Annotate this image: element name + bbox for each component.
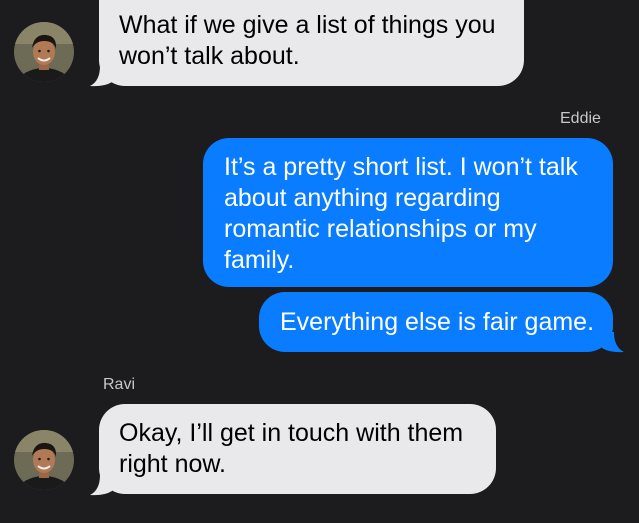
sender-name: Eddie xyxy=(560,110,601,127)
message-bubble-incoming[interactable]: Okay, I’ll get in touch with them right … xyxy=(99,404,496,494)
sender-name: Ravi xyxy=(103,376,136,393)
message-thread: What if we give a list of things you won… xyxy=(0,0,639,523)
message-bubble-outgoing[interactable]: It’s a pretty short list. I won’t talk a… xyxy=(203,138,613,287)
message-bubble-incoming[interactable]: What if we give a list of things you won… xyxy=(99,0,524,86)
message-bubble-outgoing[interactable]: Everything else is fair game. xyxy=(259,292,613,352)
contact-avatar[interactable] xyxy=(14,430,74,490)
contact-avatar[interactable] xyxy=(14,22,74,82)
avatar-photo-icon xyxy=(14,430,74,490)
avatar-photo-icon xyxy=(14,22,74,82)
